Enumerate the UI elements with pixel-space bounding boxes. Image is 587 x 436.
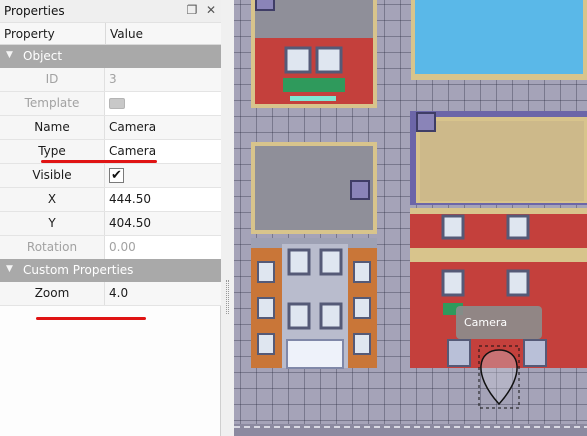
x-value-field[interactable]: 444.50 [109,188,151,211]
property-row-zoom[interactable]: Zoom 4.0 [0,282,221,306]
property-row-x[interactable]: X 444.50 [0,188,221,212]
property-label: Rotation [0,236,105,259]
property-row-template: Template [0,92,221,116]
name-value-field[interactable]: Camera [109,116,156,139]
property-row-name[interactable]: Name Camera [0,116,221,140]
y-value-field[interactable]: 404.50 [109,212,151,235]
property-label: Name [0,116,105,139]
column-header-property[interactable]: Property [4,27,55,41]
table-header: Property Value [0,22,221,45]
zoom-value-field[interactable]: 4.0 [109,282,128,305]
column-divider[interactable] [105,23,106,45]
collapse-arrow-icon[interactable]: ▼ [6,264,13,274]
property-label: ID [0,68,105,91]
group-custom-properties[interactable]: ▼ Custom Properties [0,259,221,282]
property-label: X [0,188,105,211]
property-row-rotation: Rotation 0.00 [0,236,221,260]
collapse-arrow-icon[interactable]: ▼ [6,50,13,60]
column-header-value[interactable]: Value [110,27,143,41]
property-label: Visible [0,164,105,187]
property-label: Zoom [0,282,105,305]
template-icon [109,98,125,109]
property-label: Template [0,92,105,115]
property-row-visible[interactable]: Visible ✔ [0,164,221,188]
camera-object-label[interactable]: Camera [456,306,542,339]
group-label: Object [23,49,63,63]
map-view[interactable]: Camera [234,0,587,436]
panel-title: Properties [4,4,65,18]
annotation-underline-type [41,160,157,163]
property-value: 3 [109,72,117,86]
visible-checkbox[interactable]: ✔ [109,168,124,183]
annotation-underline-zoom [36,317,146,320]
close-icon[interactable]: ✕ [204,3,218,17]
group-label: Custom Properties [23,263,134,277]
group-object[interactable]: ▼ Object [0,45,221,68]
property-label: Y [0,212,105,235]
tilemap-canvas [234,0,587,436]
float-panel-icon[interactable]: ❐ [185,3,199,17]
property-row-id: ID 3 [0,68,221,92]
panel-titlebar: Properties ❐ ✕ [0,0,221,22]
panel-splitter-handle[interactable] [226,280,229,314]
property-row-y[interactable]: Y 404.50 [0,212,221,236]
properties-panel: Properties ❐ ✕ Property Value ▼ Object I… [0,0,221,436]
property-value: 0.00 [109,240,136,254]
